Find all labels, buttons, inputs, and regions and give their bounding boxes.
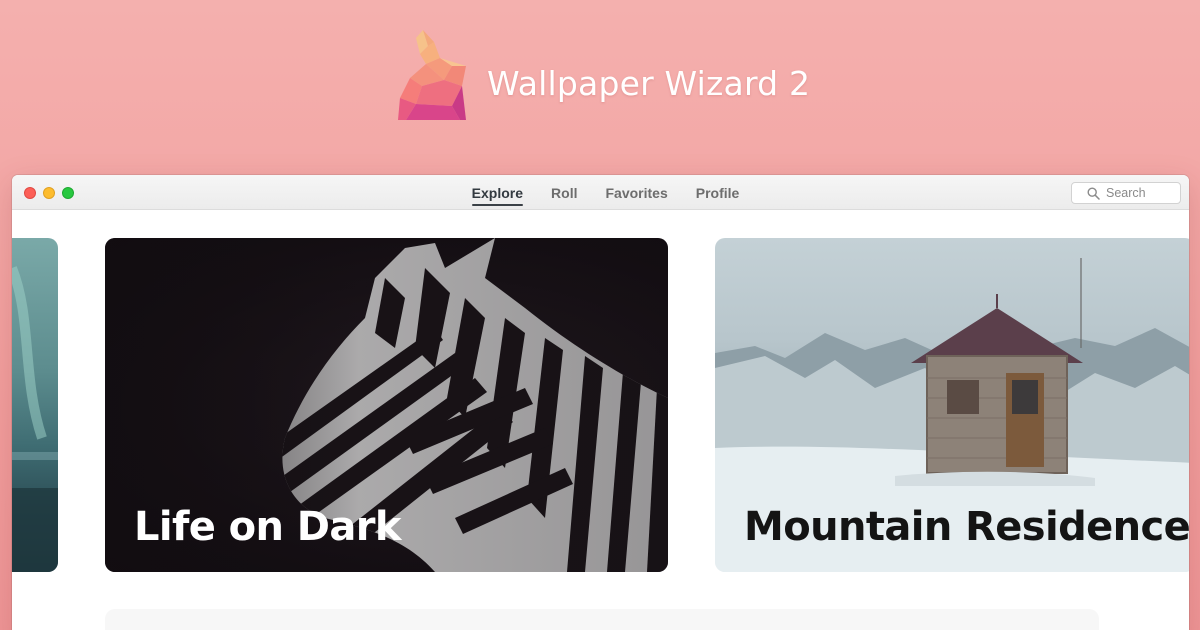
collection-card-mountain-residence[interactable]: Mountain Residence: [715, 238, 1189, 572]
titlebar: Explore Roll Favorites Profile Search: [12, 175, 1189, 210]
tab-explore[interactable]: Explore: [471, 177, 524, 208]
app-window: Explore Roll Favorites Profile Search Li…: [12, 175, 1189, 630]
tab-profile[interactable]: Profile: [696, 177, 740, 208]
search-placeholder: Search: [1106, 186, 1146, 200]
search-field[interactable]: Search: [1071, 182, 1181, 204]
collection-card-partial[interactable]: [12, 238, 58, 572]
collection-card-next[interactable]: [105, 609, 1099, 630]
origami-rabbit-icon: [398, 30, 466, 120]
tab-favorites[interactable]: Favorites: [605, 177, 667, 208]
collection-title: Life on Dark: [134, 504, 401, 550]
explore-content: Life on Dark Mountain Residence: [12, 211, 1189, 630]
collection-title: Mountain Residence: [744, 504, 1189, 550]
collection-card-life-on-dark[interactable]: Life on Dark: [105, 238, 668, 572]
aurora-image: [12, 266, 58, 572]
app-title: Wallpaper Wizard 2: [487, 64, 811, 103]
hero-header: Wallpaper Wizard 2: [0, 0, 1200, 172]
tab-bar: Explore Roll Favorites Profile: [12, 175, 1189, 210]
search-icon: [1087, 187, 1100, 200]
tab-roll[interactable]: Roll: [551, 177, 577, 208]
